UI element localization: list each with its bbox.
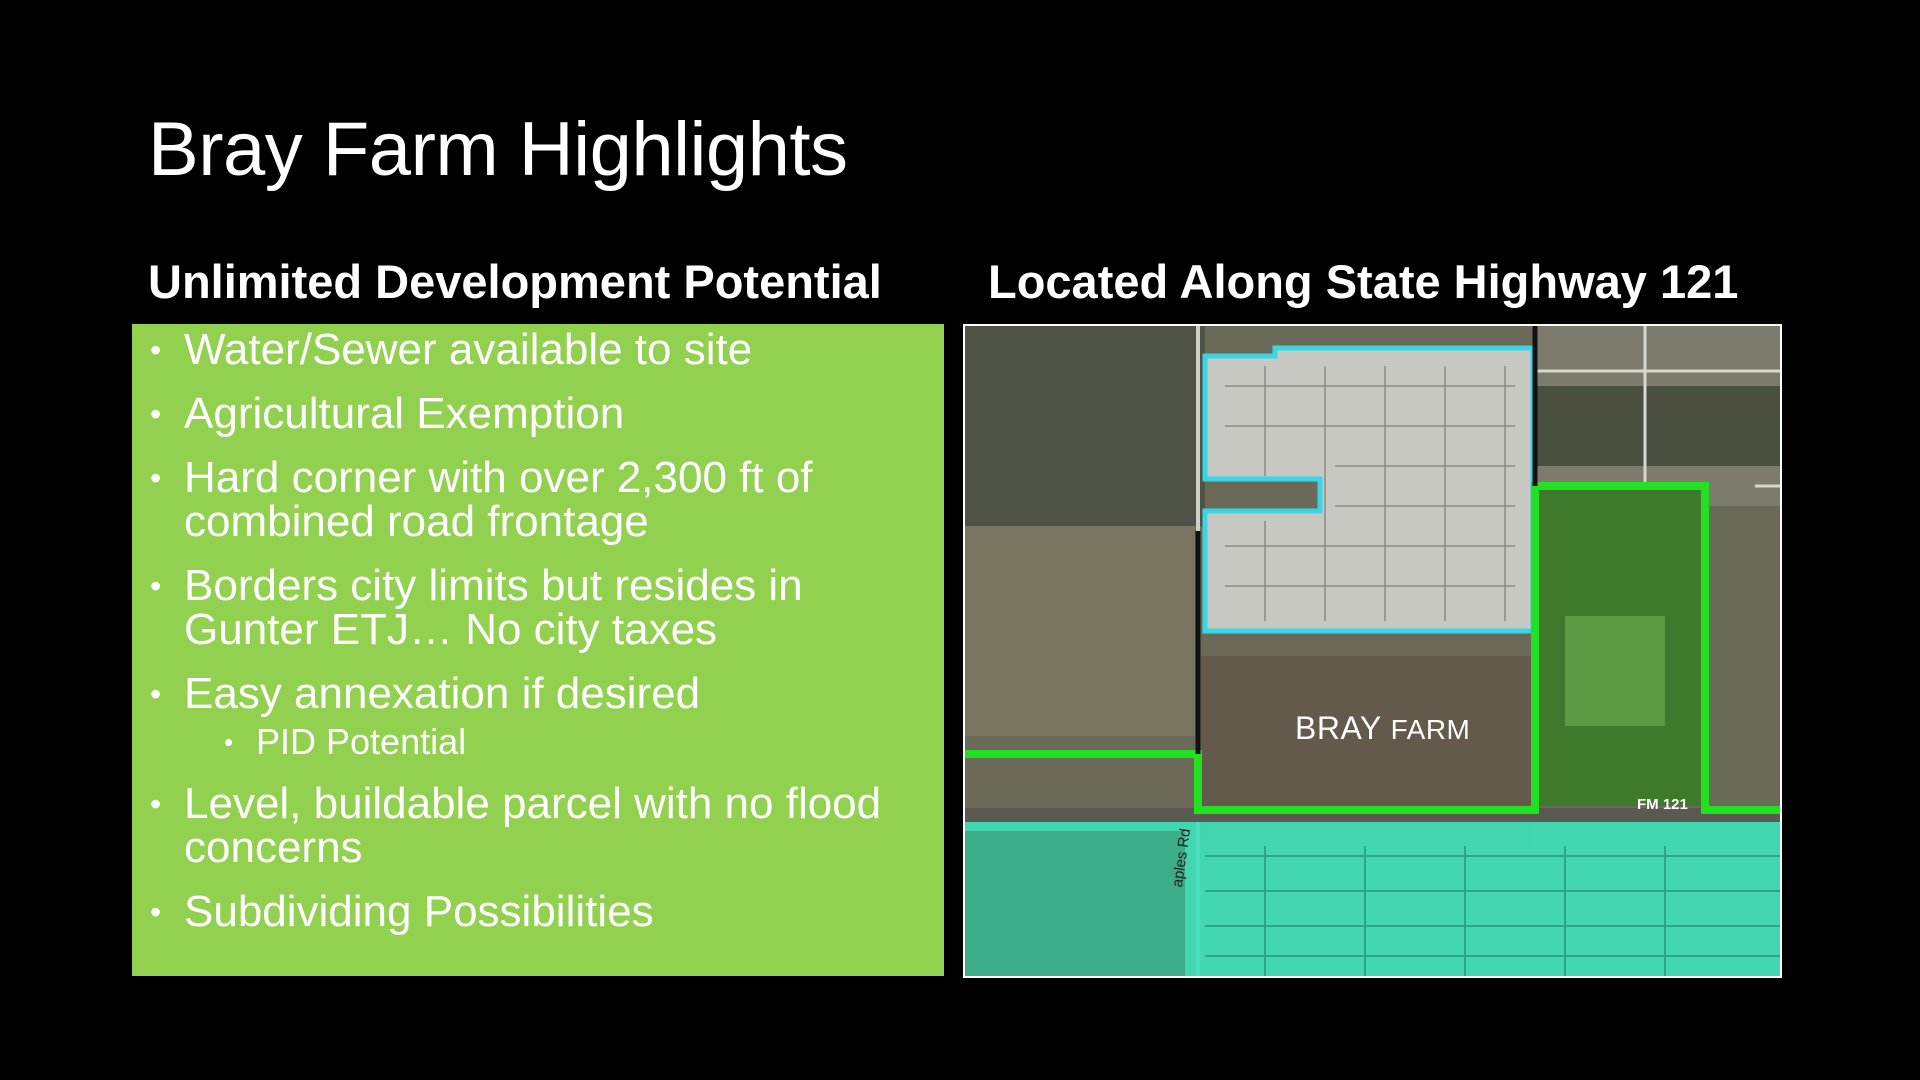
bullet-text: Water/Sewer available to site (184, 325, 753, 374)
bullet-item: • Level, buildable parcel with no flood c… (148, 782, 938, 870)
bullet-item: • Agricultural Exemption (148, 392, 938, 436)
slide: Bray Farm Highlights Unlimited Developme… (0, 0, 1920, 1080)
left-column-heading: Unlimited Development Potential (148, 255, 882, 308)
bullet-dot-icon: • (150, 894, 162, 930)
terrain-field-w (965, 526, 1195, 736)
sub-bullet-item: • PID Potential (148, 722, 938, 762)
bray-farm-label-suffix: FARM (1390, 714, 1471, 745)
bullet-dot-icon: • (150, 786, 162, 822)
bray-farm-label: BRAY FARM (1295, 710, 1470, 747)
bullet-dot-icon: • (150, 568, 162, 604)
bullet-text: Subdividing Possibilities (184, 887, 654, 936)
highlights-list: • Water/Sewer available to site • Agricult… (148, 324, 938, 934)
highway-label: FM 121 (1637, 796, 1688, 813)
aerial-map-graphic (965, 326, 1780, 976)
bullet-text: Level, buildable parcel with no flood co… (184, 779, 882, 872)
slide-title: Bray Farm Highlights (148, 107, 848, 192)
bullet-item: • Hard corner with over 2,300 ft of combi… (148, 456, 938, 544)
bullet-item: • Borders city limits but resides in Gunt… (148, 564, 938, 652)
bullet-text: Hard corner with over 2,300 ft of combin… (184, 453, 813, 546)
right-column-heading: Located Along State Highway 121 (988, 255, 1739, 308)
bullet-dot-icon: • (224, 727, 234, 757)
bullet-text: Borders city limits but resides in Gunte… (184, 561, 803, 654)
bullet-text: Easy annexation if desired (184, 669, 701, 718)
bullet-dot-icon: • (150, 460, 162, 496)
clearing-east (1565, 616, 1665, 726)
highlights-box: • Water/Sewer available to site • Agricult… (132, 324, 944, 976)
bullet-dot-icon: • (150, 396, 162, 432)
bullet-dot-icon: • (150, 332, 162, 368)
terrain-trees-nw (965, 326, 1205, 526)
bullet-text: Agricultural Exemption (184, 389, 625, 438)
bray-farm-label-main: BRAY (1295, 710, 1382, 746)
bullet-dot-icon: • (150, 676, 162, 712)
bullet-item: • Subdividing Possibilities (148, 890, 938, 934)
terrain-trees-ne (1525, 386, 1780, 466)
bullet-text: PID Potential (256, 721, 467, 762)
aerial-map: BRAY FARM FM 121 aples Rd (963, 324, 1782, 978)
south-subdivision-west-lot (965, 831, 1185, 976)
bullet-item: • Water/Sewer available to site (148, 328, 938, 372)
bullet-item: • Easy annexation if desired (148, 672, 938, 716)
